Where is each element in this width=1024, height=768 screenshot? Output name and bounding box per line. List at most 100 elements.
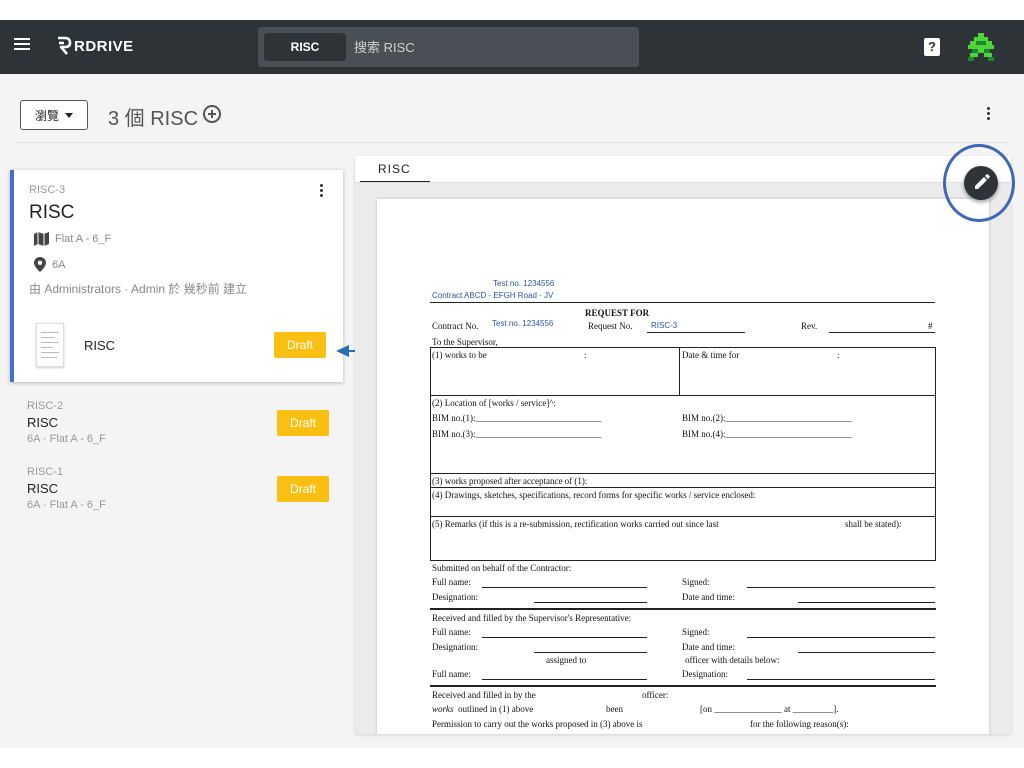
rule bbox=[747, 587, 935, 588]
bim2-label: BIM no.(2):____________________________ bbox=[682, 413, 852, 423]
search-scope-button[interactable]: RISC bbox=[264, 33, 346, 61]
designation-label: Designation: bbox=[682, 669, 728, 679]
date-time-for-label: Date & time for bbox=[682, 350, 740, 360]
header-divider bbox=[16, 142, 1008, 143]
risc-form-page: Test no. 1234556 Contract ABCD - EFGH Ro… bbox=[377, 199, 989, 734]
creator-text: 由 Administrators · Admin 於 幾秒前 建立 bbox=[29, 282, 248, 296]
rule bbox=[935, 347, 936, 560]
browse-dropdown[interactable]: 瀏覽 bbox=[20, 100, 88, 130]
rule bbox=[430, 608, 936, 610]
caret-down-icon bbox=[65, 112, 73, 118]
contract-no-value: Test no. 1234556 bbox=[492, 319, 554, 328]
been-label: been bbox=[606, 704, 623, 714]
hamburger-menu-icon[interactable] bbox=[14, 38, 32, 52]
app-logo[interactable]: RDRIVE bbox=[56, 35, 134, 57]
bim3-label: BIM no.(3):____________________________ bbox=[432, 429, 602, 439]
location-text: Flat A - 6_F bbox=[55, 233, 112, 245]
main-content: 瀏覽 3 個 RISC RISC-3 RISC Flat A - 6_F 6A … bbox=[0, 74, 1024, 748]
rule bbox=[679, 347, 680, 395]
rev-label: Rev. bbox=[801, 321, 818, 331]
rule bbox=[430, 685, 936, 687]
top-app-bar: RDRIVE RISC ? bbox=[0, 20, 1024, 74]
search-bar: RISC bbox=[258, 27, 639, 67]
attachment-thumbnail[interactable] bbox=[36, 323, 64, 367]
contract-no-label: Contract No. bbox=[432, 321, 479, 331]
rule bbox=[534, 602, 647, 603]
rule bbox=[430, 516, 936, 517]
signed-label: Signed: bbox=[682, 627, 710, 637]
list-item[interactable]: RISC-1 RISC 6A · Flat A - 6_F Draft bbox=[27, 466, 337, 516]
card-more-options-icon[interactable] bbox=[320, 184, 324, 200]
contract-line: Contract ABCD - EFGH Road - JV bbox=[432, 291, 554, 300]
risc-id: RISC-3 bbox=[29, 184, 66, 196]
logo-text: RDRIVE bbox=[74, 37, 134, 55]
status-badge: Draft bbox=[274, 332, 326, 358]
works-label: works bbox=[432, 704, 454, 714]
status-badge: Draft bbox=[277, 476, 329, 502]
status-badge: Draft bbox=[277, 410, 329, 436]
full-name-label: Full name: bbox=[432, 669, 471, 679]
rule bbox=[430, 302, 935, 303]
sublocation-text: 6A bbox=[52, 258, 66, 271]
signed-label: Signed: bbox=[682, 577, 710, 587]
search-input[interactable] bbox=[354, 33, 624, 61]
rule bbox=[430, 473, 936, 474]
full-name-label: Full name: bbox=[432, 577, 471, 587]
rule bbox=[430, 347, 431, 560]
selected-risc-card[interactable]: RISC-3 RISC Flat A - 6_F 6A 由 Administra… bbox=[10, 170, 343, 382]
reasons-label: for the following reason(s): bbox=[750, 719, 849, 729]
assigned-to-label: assigned to bbox=[546, 655, 587, 665]
colon: : bbox=[584, 350, 587, 360]
request-no-label: Request No. bbox=[588, 321, 633, 331]
rule bbox=[430, 347, 936, 348]
designation-label: Designation: bbox=[432, 642, 478, 652]
sublocation-row: 6A bbox=[34, 257, 65, 272]
map-icon bbox=[34, 232, 49, 246]
request-no-value: RISC-3 bbox=[651, 321, 678, 330]
browse-label: 瀏覽 bbox=[34, 108, 59, 123]
user-avatar[interactable] bbox=[968, 33, 994, 61]
works-to-be-label: (1) works to be bbox=[432, 350, 487, 360]
tab-risc[interactable]: RISC bbox=[360, 156, 430, 183]
list-item[interactable]: RISC-2 RISC 6A · Flat A - 6_F Draft bbox=[27, 400, 337, 450]
bim1-label: BIM no.(1):____________________________ bbox=[432, 413, 602, 423]
rule bbox=[747, 637, 935, 638]
drawings-label: (4) Drawings, sketches, specifications, … bbox=[432, 490, 756, 500]
colon: : bbox=[837, 350, 840, 360]
on-at-label: [on _______________ at _________]. bbox=[700, 704, 839, 714]
rule bbox=[829, 332, 935, 333]
rule bbox=[430, 560, 936, 561]
remarks-label: (5) Remarks (if this is a re-submission,… bbox=[432, 519, 719, 529]
attachment-name: RISC bbox=[84, 338, 116, 353]
edit-button[interactable] bbox=[964, 166, 998, 200]
rule bbox=[430, 487, 936, 488]
rule bbox=[798, 652, 935, 653]
rule bbox=[534, 652, 647, 653]
to-supervisor: To the Supervisor, bbox=[432, 337, 498, 347]
rule bbox=[482, 587, 647, 588]
more-options-icon[interactable] bbox=[987, 107, 991, 123]
remarks-end-label: shall be stated): bbox=[845, 519, 902, 529]
document-preview-panel: RISC Test no. 1234556 Contract ABCD - EF… bbox=[355, 156, 1011, 734]
received-filled-label: Received and filled by the Supervisor's … bbox=[432, 613, 632, 623]
rule bbox=[482, 679, 647, 680]
permission-label: Permission to carry out the works propos… bbox=[432, 719, 643, 729]
risc-title: RISC bbox=[29, 202, 75, 223]
request-for-heading: REQUEST FOR bbox=[585, 308, 650, 318]
received-filled-in-label: Received and filled in by the bbox=[432, 690, 536, 700]
rule bbox=[482, 637, 647, 638]
add-circle-icon[interactable] bbox=[203, 105, 221, 123]
officer-details-label: officer with details below: bbox=[685, 655, 780, 665]
works-proposed-label: (3) works proposed after acceptance of (… bbox=[432, 476, 588, 486]
rule bbox=[430, 395, 936, 396]
page-title: 3 個 RISC bbox=[108, 108, 199, 130]
date-time-label: Date and time: bbox=[682, 642, 735, 652]
help-icon[interactable]: ? bbox=[924, 38, 940, 56]
outlined-label: outlined in (1) above bbox=[458, 704, 534, 714]
bim4-label: BIM no.(4):____________________________ bbox=[682, 429, 852, 439]
rule bbox=[647, 332, 745, 333]
location-pin-icon bbox=[34, 257, 46, 272]
date-time-label: Date and time: bbox=[682, 592, 735, 602]
rule bbox=[747, 679, 935, 680]
location-of-label: (2) Location of [works / service]^: bbox=[432, 398, 556, 408]
